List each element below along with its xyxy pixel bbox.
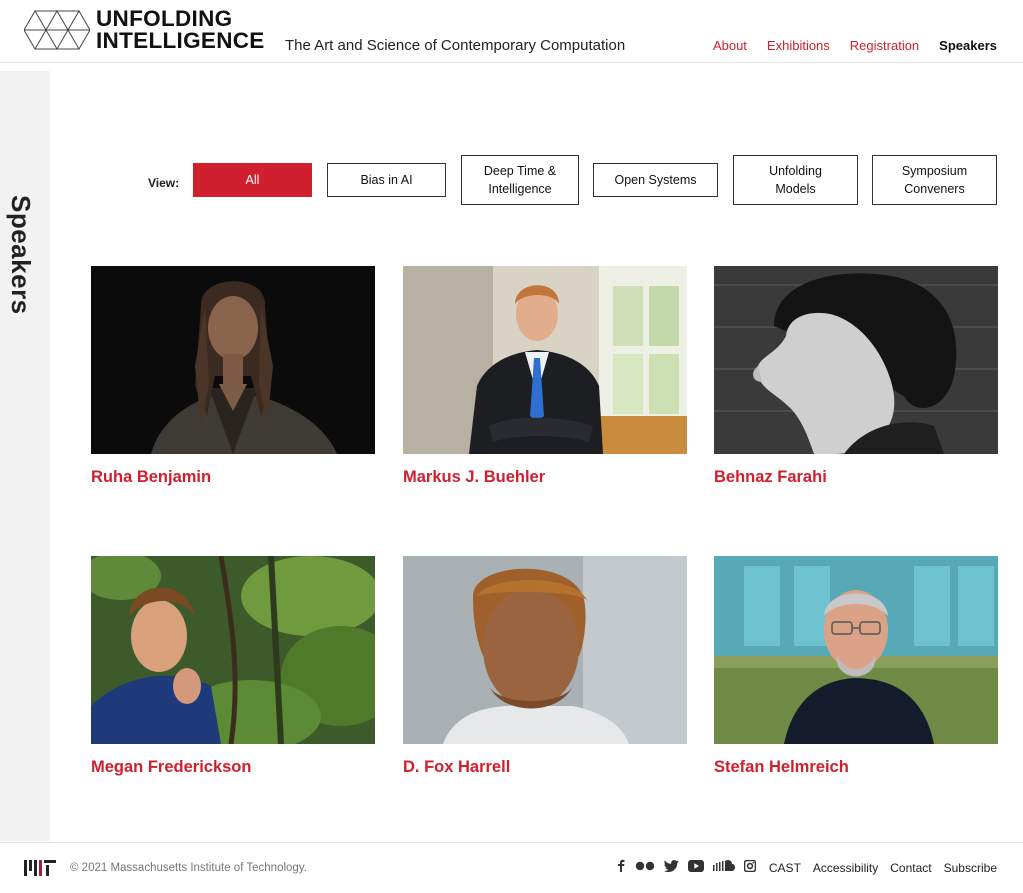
speaker-photo[interactable] <box>403 556 687 744</box>
site-header: UNFOLDING INTELLIGENCE The Art and Scien… <box>0 0 1023 63</box>
footer-link-subscribe[interactable]: Subscribe <box>944 861 997 875</box>
site-logo-text[interactable]: UNFOLDING INTELLIGENCE <box>96 6 265 53</box>
footer-link-contact[interactable]: Contact <box>890 861 931 875</box>
speaker-name[interactable]: Markus J. Buehler <box>403 468 687 487</box>
soundcloud-icon[interactable] <box>713 860 735 871</box>
speaker-photo[interactable] <box>91 556 375 744</box>
flickr-icon[interactable] <box>635 861 655 871</box>
view-filter-label: View: <box>148 176 180 190</box>
youtube-icon[interactable] <box>688 859 704 872</box>
nav-registration[interactable]: Registration <box>850 38 919 53</box>
twitter-icon[interactable] <box>664 859 679 872</box>
speaker-photo[interactable] <box>714 556 998 744</box>
filter-symposium-conveners-button[interactable]: Symposium Conveners <box>872 155 997 205</box>
filter-all-button[interactable]: All <box>193 163 312 197</box>
nav-speakers[interactable]: Speakers <box>939 38 997 53</box>
nav-exhibitions[interactable]: Exhibitions <box>767 38 830 53</box>
speaker-name[interactable]: Behnaz Farahi <box>714 468 998 487</box>
mit-logo-icon[interactable] <box>24 860 56 876</box>
nav-about[interactable]: About <box>713 38 747 53</box>
site-footer: © 2021 Massachusetts Institute of Techno… <box>0 842 1023 893</box>
speaker-name[interactable]: Megan Frederickson <box>91 758 375 777</box>
site-tagline: The Art and Science of Contemporary Comp… <box>285 37 626 54</box>
logo-line-1: UNFOLDING <box>96 6 233 31</box>
footer-link-accessibility[interactable]: Accessibility <box>813 861 878 875</box>
filter-open-systems-button[interactable]: Open Systems <box>593 163 718 197</box>
page-title: Speakers <box>6 195 36 315</box>
speaker-card[interactable]: Megan Frederickson <box>91 556 375 777</box>
speaker-name[interactable]: Ruha Benjamin <box>91 468 375 487</box>
side-rail: Speakers <box>0 71 50 841</box>
speaker-card[interactable]: Markus J. Buehler <box>403 266 687 487</box>
unfolding-intelligence-logo-icon[interactable] <box>24 10 90 50</box>
filter-bias-in-ai-button[interactable]: Bias in AI <box>327 163 446 197</box>
speaker-card[interactable]: Ruha Benjamin <box>91 266 375 487</box>
facebook-icon[interactable] <box>616 859 626 872</box>
filter-deep-time-button[interactable]: Deep Time & Intelligence <box>461 155 579 205</box>
filter-unfolding-models-button[interactable]: Unfolding Models <box>733 155 858 205</box>
copyright-text: © 2021 Massachusetts Institute of Techno… <box>70 862 307 874</box>
speaker-photo[interactable] <box>714 266 998 454</box>
instagram-icon[interactable] <box>744 859 756 872</box>
speaker-photo[interactable] <box>91 266 375 454</box>
speaker-name[interactable]: Stefan Helmreich <box>714 758 998 777</box>
footer-links: CAST Accessibility Contact Subscribe <box>769 861 997 875</box>
speaker-name[interactable]: D. Fox Harrell <box>403 758 687 777</box>
speaker-card[interactable]: Behnaz Farahi <box>714 266 998 487</box>
main-nav: About Exhibitions Registration Speakers <box>713 38 997 53</box>
footer-link-cast[interactable]: CAST <box>769 861 801 875</box>
logo-line-2: INTELLIGENCE <box>96 28 265 53</box>
social-links <box>616 859 756 872</box>
speaker-photo[interactable] <box>403 266 687 454</box>
speaker-card[interactable]: Stefan Helmreich <box>714 556 998 777</box>
speaker-card[interactable]: D. Fox Harrell <box>403 556 687 777</box>
